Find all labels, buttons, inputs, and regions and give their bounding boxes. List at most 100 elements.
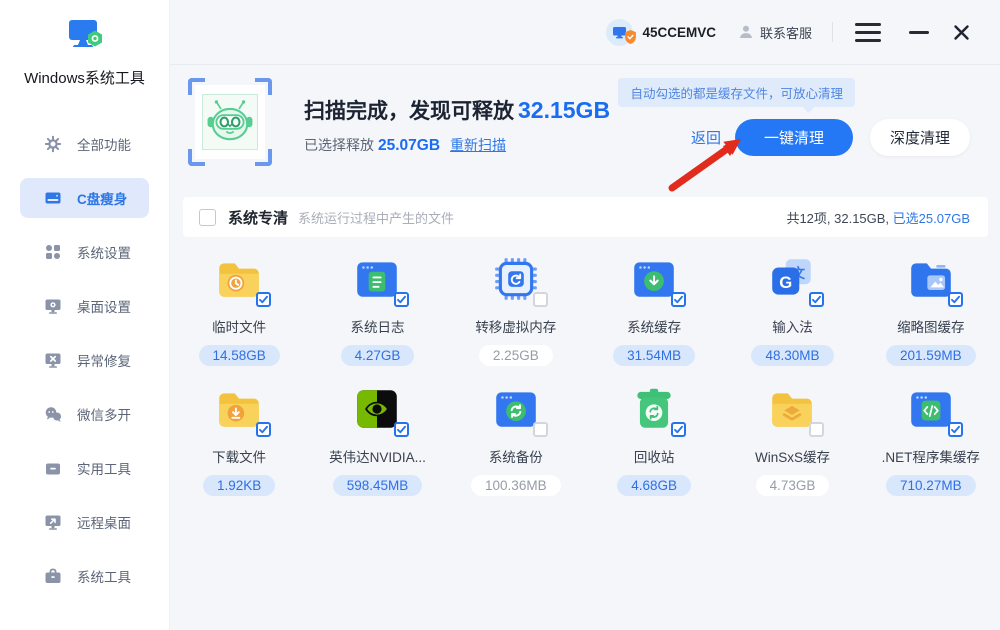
toolbox-icon — [44, 459, 62, 477]
item-checkbox[interactable] — [671, 422, 686, 437]
item-name: WinSxS缓存 — [732, 446, 852, 466]
svg-text:G: G — [780, 273, 793, 292]
person-icon — [738, 24, 754, 40]
cleanup-item-recycle-bin[interactable]: 回收站 4.68GB — [594, 384, 714, 496]
item-size-badge: 201.59MB — [886, 345, 976, 366]
section-checkbox[interactable] — [199, 209, 216, 226]
item-size-badge: 4.73GB — [756, 475, 830, 496]
contact-label: 联系客服 — [760, 23, 812, 42]
item-checkbox[interactable] — [256, 422, 271, 437]
cleanup-item-input-method[interactable]: 文 G 输入法 48.30MB — [732, 254, 852, 366]
selected-release-size: 25.07GB — [378, 137, 440, 154]
cleanup-item-temp-files[interactable]: 临时文件 14.58GB — [179, 254, 299, 366]
scan-summary: 扫描完成，发现可释放32.15GB 已选择释放25.07GB重新扫描 — [304, 78, 610, 185]
sidebar-item-wechat-multi[interactable]: 微信多开 — [20, 394, 149, 434]
rescan-link[interactable]: 重新扫描 — [450, 137, 506, 153]
item-name: 系统日志 — [317, 316, 437, 336]
user-avatar[interactable] — [606, 19, 633, 46]
monitor-repair-icon — [44, 351, 62, 369]
item-name: 系统备份 — [456, 446, 576, 466]
cleanup-item-virtual-memory[interactable]: 转移虚拟内存 2.25GB — [456, 254, 576, 366]
item-checkbox[interactable] — [809, 422, 824, 437]
sidebar-item-label: 全部功能 — [77, 134, 131, 154]
section-description: 系统运行过程中产生的文件 — [298, 208, 454, 227]
section-stats: 共12项, 32.15GB, 已选25.07GB — [786, 208, 970, 227]
system-clean-section-row: 系统专清 系统运行过程中产生的文件 共12项, 32.15GB, 已选25.07… — [183, 197, 988, 237]
cleanup-item-winsxs-cache[interactable]: WinSxS缓存 4.73GB — [732, 384, 852, 496]
contact-support-link[interactable]: 联系客服 — [738, 23, 812, 42]
item-size-badge: 31.54MB — [613, 345, 695, 366]
one-click-clean-button[interactable]: 一键清理 — [735, 119, 853, 156]
cleanup-item-thumbnail-cache[interactable]: 缩略图缓存 201.59MB — [871, 254, 991, 366]
action-buttons: 返回 一键清理 深度清理 — [691, 119, 970, 156]
sidebar-item-error-repair[interactable]: 异常修复 — [20, 340, 149, 380]
item-name: .NET程序集缓存 — [871, 446, 991, 466]
cleanup-item-dotnet-cache[interactable]: .NET程序集缓存 710.27MB — [871, 384, 991, 496]
deep-clean-button[interactable]: 深度清理 — [870, 119, 970, 156]
sidebar-item-system-settings[interactable]: 系统设置 — [20, 232, 149, 272]
auto-select-tooltip: 自动勾选的都是缓存文件，可放心清理 — [618, 78, 855, 107]
selected-stat: 已选25.07GB — [893, 211, 970, 226]
sidebar-item-utilities[interactable]: 实用工具 — [20, 448, 149, 488]
sidebar-nav: 全部功能 C盘瘦身 系统设置 桌面设置 — [0, 124, 169, 596]
app-window: Windows系统工具 全部功能 C盘瘦身 系统设置 — [0, 0, 1000, 630]
item-checkbox[interactable] — [533, 422, 548, 437]
cleanup-item-system-backup[interactable]: 系统备份 100.36MB — [456, 384, 576, 496]
item-name: 缩略图缓存 — [871, 316, 991, 336]
item-checkbox[interactable] — [948, 292, 963, 307]
sidebar-item-all-functions[interactable]: 全部功能 — [20, 124, 149, 164]
item-size-badge: 4.68GB — [617, 475, 691, 496]
scan-title: 扫描完成，发现可释放32.15GB — [304, 95, 610, 125]
shield-badge-icon — [624, 30, 637, 49]
item-size-badge: 2.25GB — [479, 345, 553, 366]
item-checkbox[interactable] — [948, 422, 963, 437]
sidebar-item-label: 远程桌面 — [77, 512, 131, 532]
item-checkbox[interactable] — [671, 292, 686, 307]
app-title: Windows系统工具 — [0, 67, 169, 88]
close-button[interactable] — [953, 24, 970, 41]
sidebar-item-label: 微信多开 — [77, 404, 131, 424]
sidebar-item-system-tools[interactable]: 系统工具 — [20, 556, 149, 596]
cleanup-item-download-files[interactable]: 下载文件 1.92KB — [179, 384, 299, 496]
item-name: 英伟达NVIDIA... — [317, 446, 437, 466]
grid-icon — [44, 243, 62, 261]
item-checkbox[interactable] — [394, 422, 409, 437]
disk-drive-icon — [44, 189, 62, 207]
titlebar: 45CCEMVC 联系客服 — [170, 0, 1000, 65]
item-name: 系统缓存 — [594, 316, 714, 336]
item-size-badge: 598.45MB — [333, 475, 423, 496]
sidebar-item-label: 系统设置 — [77, 242, 131, 262]
gear-icon — [44, 135, 62, 153]
cleanup-item-system-cache[interactable]: 系统缓存 31.54MB — [594, 254, 714, 366]
cleanup-item-system-log[interactable]: 系统日志 4.27GB — [317, 254, 437, 366]
scan-result-banner: 扫描完成，发现可释放32.15GB 已选择释放25.07GB重新扫描 自动勾选的… — [170, 65, 1000, 185]
item-checkbox[interactable] — [809, 292, 824, 307]
sidebar-item-label: 实用工具 — [77, 458, 131, 478]
scan-subtitle: 已选择释放25.07GB重新扫描 — [304, 135, 610, 155]
item-size-badge: 14.58GB — [199, 345, 280, 366]
sidebar-item-label: 异常修复 — [77, 350, 131, 370]
titlebar-divider — [832, 22, 833, 42]
section-title: 系统专清 — [228, 207, 288, 228]
menu-button[interactable] — [853, 19, 883, 46]
item-checkbox[interactable] — [256, 292, 271, 307]
item-size-badge: 100.36MB — [471, 475, 561, 496]
item-size-badge: 48.30MB — [751, 345, 833, 366]
total-releasable-size: 32.15GB — [518, 97, 610, 123]
back-button[interactable]: 返回 — [691, 127, 721, 148]
sidebar-item-label: 桌面设置 — [77, 296, 131, 316]
item-size-badge: 1.92KB — [203, 475, 275, 496]
item-checkbox[interactable] — [533, 292, 548, 307]
brand: Windows系统工具 — [0, 0, 169, 88]
monitor-gear-icon — [44, 297, 62, 315]
sidebar-item-c-drive-slim[interactable]: C盘瘦身 — [20, 178, 149, 218]
chat-bubbles-icon — [44, 405, 62, 423]
item-checkbox[interactable] — [394, 292, 409, 307]
sidebar: Windows系统工具 全部功能 C盘瘦身 系统设置 — [0, 0, 170, 630]
cleanup-item-nvidia[interactable]: 英伟达NVIDIA... 598.45MB — [317, 384, 437, 496]
minimize-button[interactable] — [909, 31, 929, 34]
monitor-arrow-icon — [44, 513, 62, 531]
sidebar-item-remote-desktop[interactable]: 远程桌面 — [20, 502, 149, 542]
item-name: 输入法 — [732, 316, 852, 336]
sidebar-item-desktop-settings[interactable]: 桌面设置 — [20, 286, 149, 326]
